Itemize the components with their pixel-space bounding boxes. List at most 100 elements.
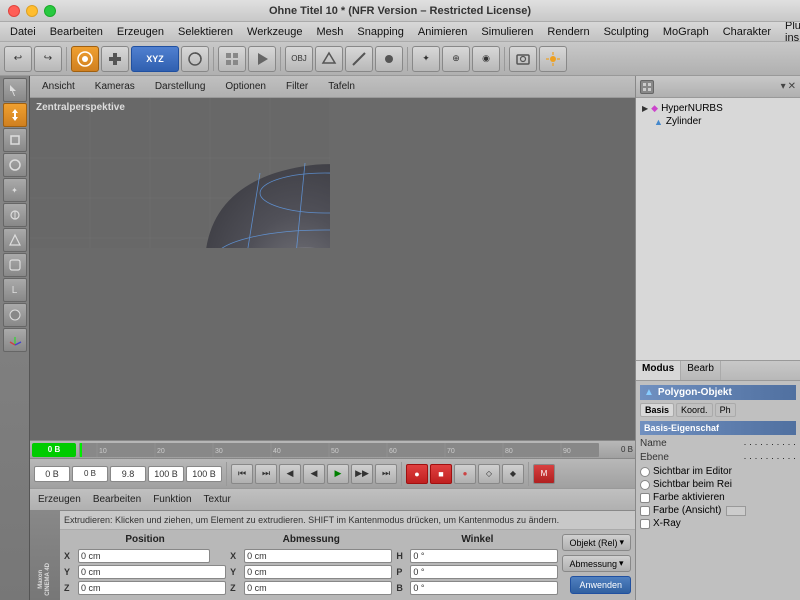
select-tool[interactable] (3, 78, 27, 102)
goto-start-button[interactable]: ⏮ (231, 464, 253, 484)
minimize-button[interactable] (26, 5, 38, 17)
magnet-btn[interactable]: ✦ (412, 46, 440, 72)
tab-tafeln[interactable]: Tafeln (320, 79, 363, 94)
sichtbar-render-radio[interactable] (640, 480, 650, 490)
menu-rendern[interactable]: Rendern (541, 25, 595, 39)
st-bearbeiten[interactable]: Bearbeiten (89, 493, 145, 506)
st-funktion[interactable]: Funktion (149, 493, 195, 506)
coord-mode-dropdown[interactable]: Objekt (Rel) ▾ (562, 534, 631, 551)
auto-key-button[interactable]: ● (454, 464, 476, 484)
scale-tool[interactable] (3, 128, 27, 152)
undo-button[interactable]: ↩ (4, 46, 32, 72)
tool-8[interactable] (3, 253, 27, 277)
rotate-button[interactable] (181, 46, 209, 72)
step-back-button[interactable]: ◀ (279, 464, 301, 484)
panel-close[interactable]: ✕ (788, 81, 796, 92)
play-back-button[interactable]: ◀ (303, 464, 325, 484)
panel-arrow-down[interactable]: ▾ (781, 81, 786, 92)
apply-button[interactable]: Anwenden (570, 576, 631, 594)
snap-btn[interactable]: ⊕ (442, 46, 470, 72)
max-frame-input[interactable]: 100 B (148, 466, 184, 482)
st-textur[interactable]: Textur (200, 493, 235, 506)
menu-snapping[interactable]: Snapping (351, 25, 410, 39)
tab-ansicht[interactable]: Ansicht (34, 79, 83, 94)
basis-tab-ph[interactable]: Ph (715, 403, 736, 417)
redo-button[interactable]: ↪ (34, 46, 62, 72)
menu-bearbeiten[interactable]: Bearbeiten (44, 25, 109, 39)
tree-item-zylinder[interactable]: ▲ Zylinder (640, 115, 796, 128)
viewport-3d[interactable]: Zentralperspektive (30, 98, 635, 440)
move-tool[interactable] (3, 103, 27, 127)
prev-key-button[interactable]: ⏭ (255, 464, 277, 484)
pos-z-input[interactable] (78, 581, 226, 595)
farbe-ansicht-swatch[interactable] (726, 506, 746, 516)
pos-y-input[interactable] (78, 565, 226, 579)
props-tab-modus[interactable]: Modus (636, 361, 681, 380)
play-button[interactable]: ▶ (327, 464, 349, 484)
abm-z-input[interactable] (244, 581, 392, 595)
abm-x-input[interactable] (244, 549, 392, 563)
tab-optionen[interactable]: Optionen (217, 79, 274, 94)
render-button[interactable] (248, 46, 276, 72)
tree-item-hypernurbs[interactable]: ▶ ◆ HyperNURBS (640, 102, 796, 115)
edge-btn[interactable] (345, 46, 373, 72)
menu-mograph[interactable]: MoGraph (657, 25, 715, 39)
ang-p-input[interactable] (410, 565, 558, 579)
pos-x-input[interactable] (78, 549, 210, 563)
tab-filter[interactable]: Filter (278, 79, 316, 94)
sichtbar-editor-radio[interactable] (640, 467, 650, 477)
props-tab-bearb[interactable]: Bearb (681, 361, 721, 380)
max-frame2-input[interactable]: 100 B (186, 466, 222, 482)
menu-selektieren[interactable]: Selektieren (172, 25, 239, 39)
poly-btn[interactable] (315, 46, 343, 72)
goto-end-button[interactable]: ⏭ (375, 464, 397, 484)
ang-b-input[interactable] (410, 581, 558, 595)
maximize-button[interactable] (44, 5, 56, 17)
record-button[interactable]: ● (406, 464, 428, 484)
menu-datei[interactable]: Datei (4, 25, 42, 39)
menu-werkzeuge[interactable]: Werkzeuge (241, 25, 308, 39)
farbe-aktivieren-cb[interactable] (640, 493, 650, 503)
stop-button[interactable]: ■ (430, 464, 452, 484)
soft-btn[interactable]: ◉ (472, 46, 500, 72)
abm-y-input[interactable] (244, 565, 392, 579)
mode-button-1[interactable] (71, 46, 99, 72)
menu-plugins[interactable]: Plug-ins (779, 19, 800, 45)
mode-button-2[interactable] (101, 46, 129, 72)
object-btn[interactable]: OBJ (285, 46, 313, 72)
view-button[interactable] (218, 46, 246, 72)
tab-darstellung[interactable]: Darstellung (147, 79, 214, 94)
abm-mode-dropdown[interactable]: Abmessung ▾ (562, 555, 631, 572)
basis-tab-basis[interactable]: Basis (640, 403, 674, 417)
st-erzeugen[interactable]: Erzeugen (34, 493, 85, 506)
close-button[interactable] (8, 5, 20, 17)
basis-tab-koord[interactable]: Koord. (676, 403, 713, 417)
tab-kameras[interactable]: Kameras (87, 79, 143, 94)
ang-h-input[interactable] (410, 549, 558, 563)
farbe-ansicht-cb[interactable] (640, 506, 650, 516)
light-btn[interactable] (539, 46, 567, 72)
tool-7[interactable] (3, 228, 27, 252)
menu-erzeugen[interactable]: Erzeugen (111, 25, 170, 39)
point-btn[interactable] (375, 46, 403, 72)
tool-6[interactable] (3, 203, 27, 227)
menu-charakter[interactable]: Charakter (717, 25, 777, 39)
fps-input[interactable]: 9.8 (110, 466, 146, 482)
start-frame-input[interactable]: 0 B (72, 466, 108, 482)
menu-animieren[interactable]: Animieren (412, 25, 474, 39)
menu-simulieren[interactable]: Simulieren (475, 25, 539, 39)
tool-10[interactable] (3, 303, 27, 327)
key-all-button[interactable]: ◆ (502, 464, 524, 484)
tool-5[interactable]: ✦ (3, 178, 27, 202)
rotate-tool[interactable] (3, 153, 27, 177)
xray-cb[interactable] (640, 519, 650, 529)
menu-mesh[interactable]: Mesh (310, 25, 349, 39)
tool-axis[interactable] (3, 328, 27, 352)
grid-view-icon[interactable] (640, 80, 654, 94)
tool-9[interactable]: L (3, 278, 27, 302)
menu-sculpting[interactable]: Sculpting (598, 25, 655, 39)
key-sel-button[interactable]: ◇ (478, 464, 500, 484)
play-forward-button[interactable]: ▶▶ (351, 464, 373, 484)
motion-btn[interactable]: M (533, 464, 555, 484)
camera-btn[interactable] (509, 46, 537, 72)
